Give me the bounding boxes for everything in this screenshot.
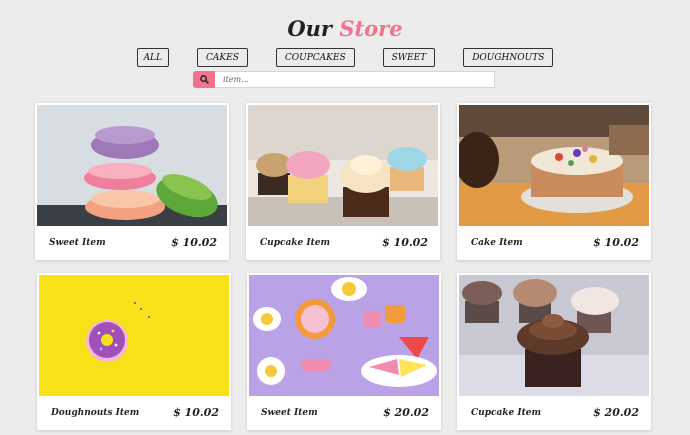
product-image-cake	[459, 105, 649, 226]
product-card[interactable]: Sweet Item $ 20.02	[247, 273, 441, 430]
product-name: Sweet Item	[261, 408, 318, 418]
product-image-donut	[39, 275, 229, 396]
product-name: Cupcake Item	[260, 238, 331, 248]
product-name: Cupcake Item	[471, 408, 542, 418]
filter-cupcakes-button[interactable]: COUPCAKES	[275, 48, 355, 67]
product-price: $ 10.02	[171, 236, 217, 249]
search-icon	[199, 75, 209, 84]
product-name: Cake Item	[471, 238, 523, 248]
search-bar: item...	[193, 71, 495, 88]
product-card[interactable]: Doughnouts Item $ 10.02	[37, 273, 231, 430]
product-price: $ 20.02	[383, 406, 429, 419]
filter-bar: ALL CAKES COUPCAKES SWEET DOUGHNOUTS	[0, 48, 690, 67]
filter-cakes-button[interactable]: CAKES	[197, 48, 248, 67]
search-button[interactable]	[193, 71, 215, 88]
product-image-chocolate-cupcakes	[459, 275, 649, 396]
product-image-sweets	[249, 275, 439, 396]
page-title: Our Store	[0, 16, 690, 42]
product-name: Doughnouts Item	[51, 408, 140, 418]
filter-all-button[interactable]: ALL	[136, 48, 170, 67]
product-image-macarons	[37, 105, 227, 226]
product-price: $ 10.02	[382, 236, 428, 249]
filter-sweet-button[interactable]: SWEET	[382, 48, 436, 67]
title-word-store: Store	[339, 16, 403, 41]
product-card[interactable]: Sweet Item $ 10.02	[35, 103, 229, 260]
product-price: $ 10.02	[173, 406, 219, 419]
product-name: Sweet Item	[49, 238, 106, 248]
title-word-our: Our	[287, 16, 332, 41]
product-image-cupcakes	[248, 105, 438, 226]
product-card[interactable]: Cupcake Item $ 20.02	[457, 273, 651, 430]
search-input[interactable]: item...	[215, 71, 495, 88]
product-card[interactable]: Cake Item $ 10.02	[457, 103, 651, 260]
filter-doughnuts-button[interactable]: DOUGHNOUTS	[463, 48, 554, 67]
product-card[interactable]: Cupcake Item $ 10.02	[246, 103, 440, 260]
product-price: $ 10.02	[593, 236, 639, 249]
product-price: $ 20.02	[593, 406, 639, 419]
